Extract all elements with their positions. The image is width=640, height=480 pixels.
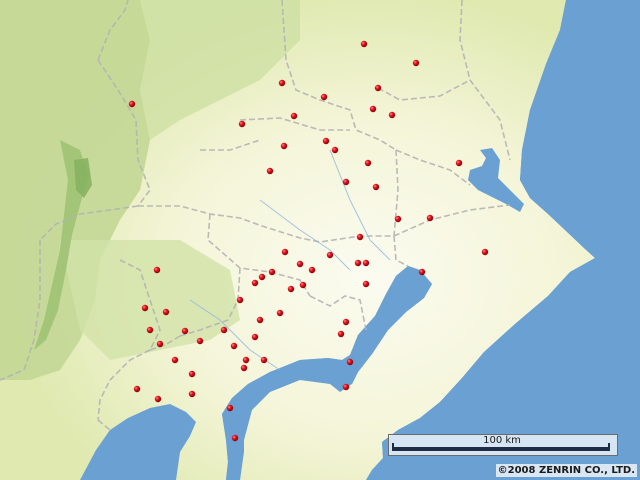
- location-marker-52[interactable]: [342, 383, 350, 391]
- location-marker-50[interactable]: [188, 370, 196, 378]
- location-marker-8[interactable]: [388, 111, 396, 119]
- copyright-notice: ©2008 ZENRIN CO., LTD.: [495, 464, 637, 477]
- location-marker-33[interactable]: [299, 281, 307, 289]
- location-marker-48[interactable]: [346, 358, 354, 366]
- location-marker-45[interactable]: [230, 342, 238, 350]
- location-marker-19[interactable]: [394, 215, 402, 223]
- location-marker-10[interactable]: [238, 120, 246, 128]
- location-marker-13[interactable]: [280, 142, 288, 150]
- location-marker-26[interactable]: [296, 260, 304, 268]
- location-marker-57[interactable]: [326, 251, 334, 259]
- location-marker-46[interactable]: [242, 356, 250, 364]
- location-marker-1[interactable]: [360, 40, 368, 48]
- location-marker-32[interactable]: [362, 280, 370, 288]
- location-marker-25[interactable]: [362, 259, 370, 267]
- location-marker-23[interactable]: [481, 248, 489, 256]
- location-marker-31[interactable]: [251, 279, 259, 287]
- map-view[interactable]: 100 km ©2008 ZENRIN CO., LTD.: [0, 0, 640, 480]
- location-marker-61[interactable]: [146, 326, 154, 334]
- location-marker-29[interactable]: [268, 268, 276, 276]
- location-marker-62[interactable]: [171, 356, 179, 364]
- location-marker-22[interactable]: [281, 248, 289, 256]
- location-marker-14[interactable]: [455, 159, 463, 167]
- location-marker-2[interactable]: [412, 59, 420, 67]
- location-marker-37[interactable]: [276, 309, 284, 317]
- scale-bar-line: [392, 447, 610, 451]
- location-marker-60[interactable]: [256, 316, 264, 324]
- location-marker-17[interactable]: [342, 178, 350, 186]
- location-marker-16[interactable]: [266, 167, 274, 175]
- location-marker-5[interactable]: [374, 84, 382, 92]
- location-marker-53[interactable]: [154, 395, 162, 403]
- location-marker-3[interactable]: [278, 79, 286, 87]
- location-marker-42[interactable]: [251, 333, 259, 341]
- location-marker-43[interactable]: [196, 337, 204, 345]
- location-marker-51[interactable]: [133, 385, 141, 393]
- location-marker-7[interactable]: [369, 105, 377, 113]
- location-marker-34[interactable]: [287, 285, 295, 293]
- location-marker-28[interactable]: [418, 268, 426, 276]
- location-marker-6[interactable]: [128, 100, 136, 108]
- scale-bar: 100 km: [388, 434, 618, 456]
- scale-bar-label: 100 km: [483, 435, 521, 446]
- location-marker-41[interactable]: [337, 330, 345, 338]
- location-marker-21[interactable]: [356, 233, 364, 241]
- location-marker-11[interactable]: [322, 137, 330, 145]
- map-base: [0, 0, 640, 480]
- location-marker-40[interactable]: [220, 326, 228, 334]
- location-marker-59[interactable]: [236, 296, 244, 304]
- location-marker-9[interactable]: [290, 112, 298, 120]
- location-marker-15[interactable]: [364, 159, 372, 167]
- location-marker-35[interactable]: [141, 304, 149, 312]
- location-marker-36[interactable]: [162, 308, 170, 316]
- location-marker-56[interactable]: [231, 434, 239, 442]
- location-marker-44[interactable]: [156, 340, 164, 348]
- location-marker-20[interactable]: [426, 214, 434, 222]
- location-marker-38[interactable]: [342, 318, 350, 326]
- location-marker-27[interactable]: [153, 266, 161, 274]
- location-marker-4[interactable]: [320, 93, 328, 101]
- location-marker-12[interactable]: [331, 146, 339, 154]
- location-marker-39[interactable]: [181, 327, 189, 335]
- location-marker-58[interactable]: [308, 266, 316, 274]
- location-marker-55[interactable]: [226, 404, 234, 412]
- location-marker-47[interactable]: [260, 356, 268, 364]
- location-marker-54[interactable]: [188, 390, 196, 398]
- location-marker-49[interactable]: [240, 364, 248, 372]
- location-marker-30[interactable]: [258, 273, 266, 281]
- location-marker-24[interactable]: [354, 259, 362, 267]
- location-marker-18[interactable]: [372, 183, 380, 191]
